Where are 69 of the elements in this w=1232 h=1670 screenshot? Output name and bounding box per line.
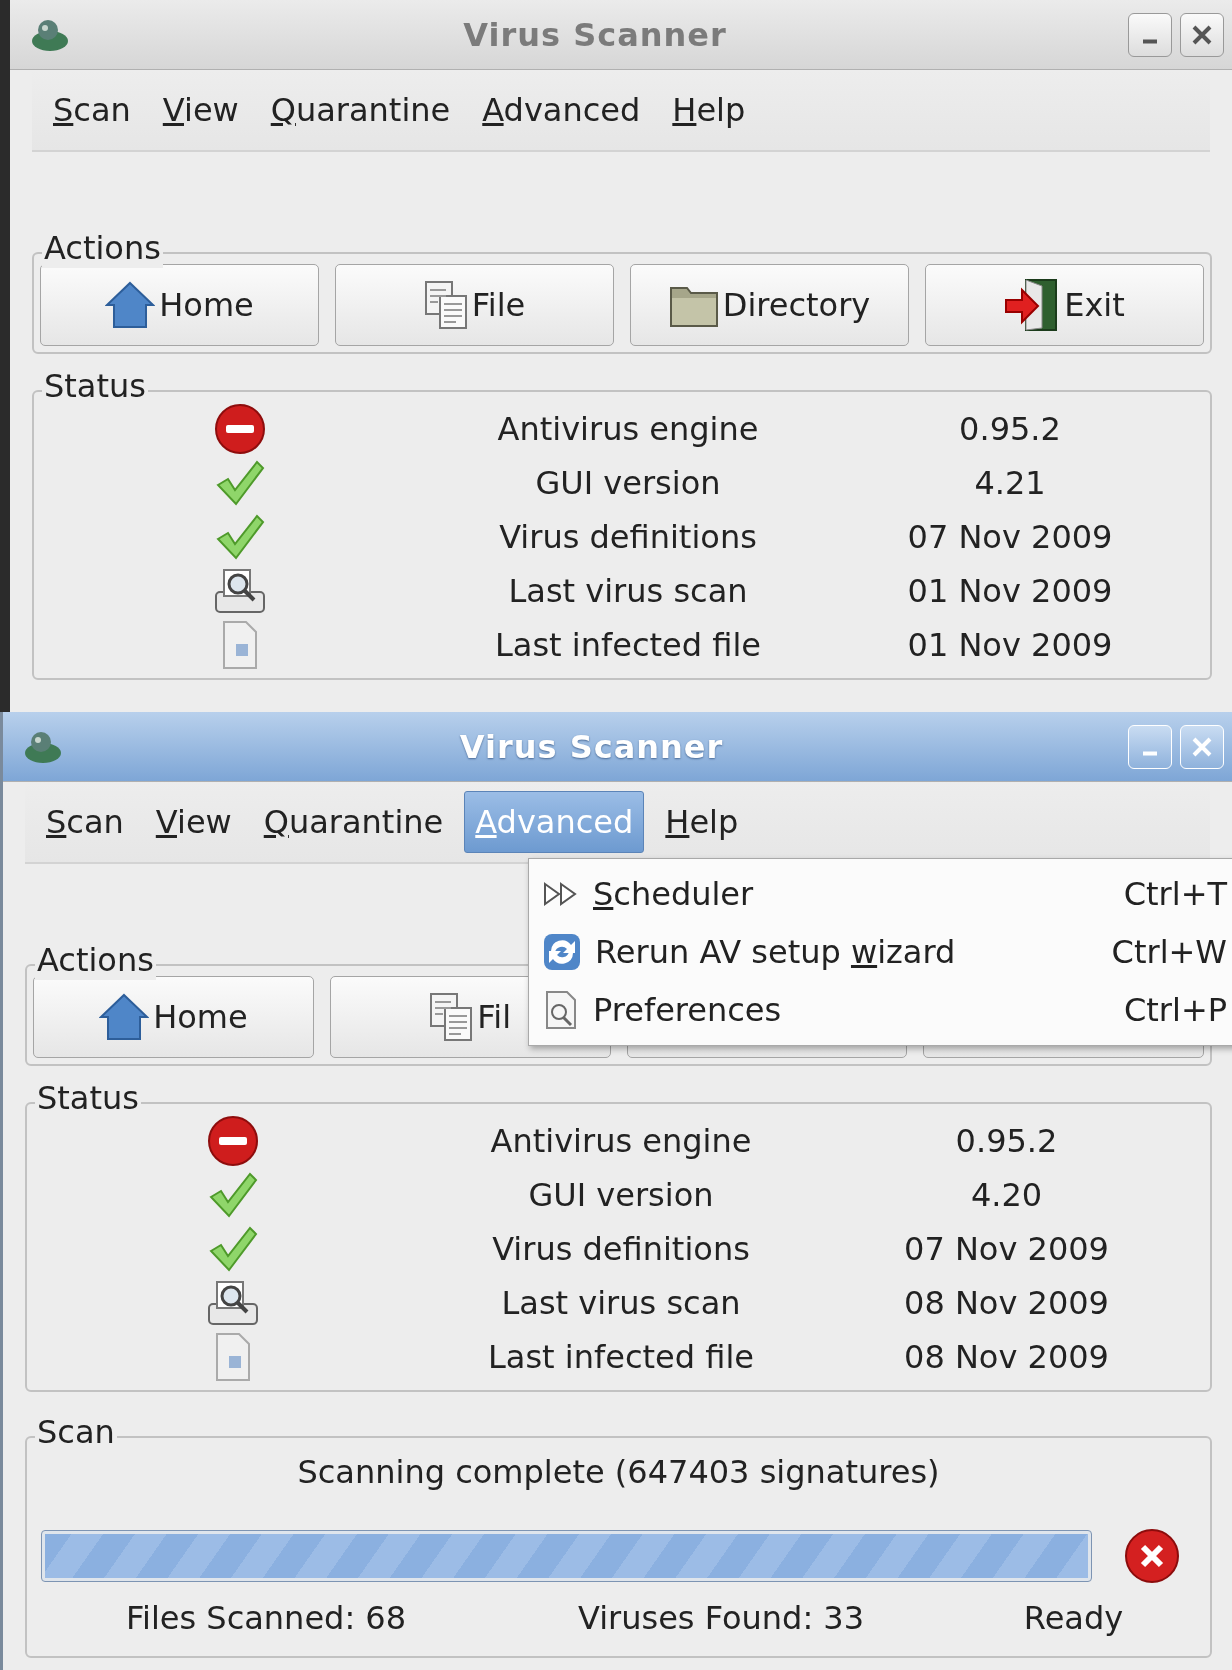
shortcut-text: Ctrl+P <box>1123 990 1227 1031</box>
menu-entry[interactable]: Scheduler Ctrl+T <box>529 865 1232 923</box>
house-icon <box>105 281 156 329</box>
action-button[interactable]: Home <box>33 976 314 1058</box>
minimize-icon <box>1142 751 1158 756</box>
menu-item[interactable]: Advanced <box>471 79 652 141</box>
menu-item[interactable]: View <box>144 791 243 853</box>
shortcut-text: Ctrl+W <box>1111 932 1227 973</box>
close-icon <box>1191 23 1213 46</box>
action-button[interactable]: Home <box>40 264 319 346</box>
menu-item[interactable]: Quarantine <box>259 79 462 141</box>
house-icon <box>99 993 150 1041</box>
status-label: Antivirus engine <box>496 409 760 450</box>
status-label: Last virus scan <box>507 571 749 612</box>
status-value: 08 Nov 2009 <box>903 1337 1110 1378</box>
status-value: 07 Nov 2009 <box>906 517 1114 558</box>
menu-item[interactable]: View <box>151 79 250 141</box>
status-label: GUI version <box>527 1175 715 1216</box>
scan-message: Scanning complete (647403 signatures) <box>297 1453 940 1491</box>
minimize-icon <box>1142 39 1158 44</box>
status-value: 01 Nov 2009 <box>906 571 1114 612</box>
stop-icon <box>214 403 266 455</box>
status-value: 0.95.2 <box>954 1121 1059 1162</box>
minimize-button[interactable] <box>1128 12 1172 57</box>
menu-item[interactable]: Scan <box>42 79 142 141</box>
close-icon <box>1191 735 1213 758</box>
check-icon <box>215 513 265 561</box>
menu-item[interactable]: Quarantine <box>252 791 455 853</box>
scanner-magnifier-icon <box>205 1278 261 1328</box>
check-icon <box>215 459 265 507</box>
menu-item[interactable]: Help <box>661 79 757 141</box>
document-icon <box>213 1332 253 1382</box>
status-value: 08 Nov 2009 <box>903 1283 1110 1324</box>
fast-forward-icon <box>543 882 579 906</box>
action-button[interactable]: Exit <box>925 264 1204 346</box>
status-value: 07 Nov 2009 <box>903 1229 1110 1270</box>
status-value: 01 Nov 2009 <box>906 625 1114 666</box>
preferences-icon <box>543 990 579 1030</box>
check-icon <box>208 1225 258 1273</box>
window-title: Virus Scanner <box>462 14 728 56</box>
status-value: 4.21 <box>973 463 1047 504</box>
status-label: Virus definitions <box>498 517 758 558</box>
close-button[interactable] <box>1180 12 1224 57</box>
cancel-icon <box>1124 1528 1180 1584</box>
refresh-icon <box>543 933 581 971</box>
check-icon <box>208 1171 258 1219</box>
menu-item[interactable]: Help <box>654 791 750 853</box>
action-button[interactable]: File <box>335 264 614 346</box>
status-label: Last infected file <box>487 1337 755 1378</box>
files-scanned-count: Files Scanned: 68 <box>124 1598 408 1639</box>
shortcut-text: Ctrl+T <box>1123 874 1227 915</box>
documents-icon <box>423 280 468 330</box>
status-value: 0.95.2 <box>958 409 1062 450</box>
status-label: Virus definitions <box>491 1229 751 1270</box>
window-title: Virus Scanner <box>458 726 725 768</box>
documents-icon <box>429 992 474 1042</box>
scan-state: Ready <box>1022 1598 1125 1639</box>
stop-icon <box>207 1115 259 1167</box>
status-label: GUI version <box>534 463 722 504</box>
viruses-found-count: Viruses Found: 33 <box>576 1598 866 1639</box>
status-label: Last virus scan <box>500 1283 742 1324</box>
status-label: Antivirus engine <box>489 1121 753 1162</box>
scanner-magnifier-icon <box>212 566 268 616</box>
action-button[interactable]: Directory <box>630 264 909 346</box>
document-icon <box>220 620 260 670</box>
status-label: Last infected file <box>494 625 762 666</box>
status-value: 4.20 <box>969 1175 1044 1216</box>
menu-item[interactable]: Scan <box>35 791 135 853</box>
cancel-button[interactable] <box>1124 1528 1180 1584</box>
